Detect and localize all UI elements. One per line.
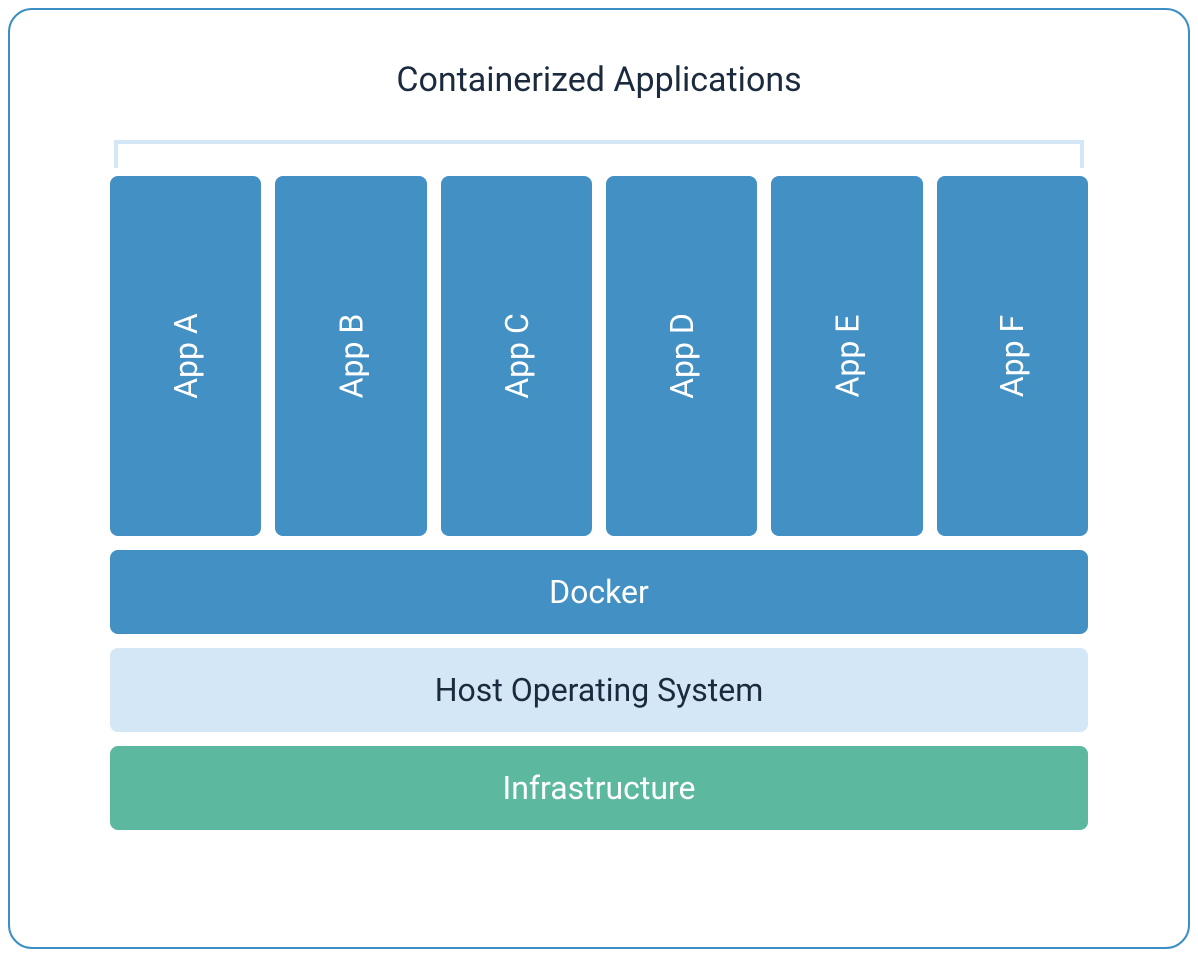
- infrastructure-layer: Infrastructure: [110, 746, 1088, 830]
- host-os-layer: Host Operating System: [110, 648, 1088, 732]
- docker-label: Docker: [549, 573, 649, 611]
- docker-layer: Docker: [110, 550, 1088, 634]
- app-label: App A: [167, 313, 205, 399]
- app-label: App B: [332, 314, 370, 399]
- app-box-d: App D: [606, 176, 757, 536]
- app-label: App D: [663, 313, 701, 399]
- app-label: App F: [993, 315, 1031, 397]
- apps-row: App A App B App C App D App E App F: [110, 176, 1088, 536]
- diagram-title: Containerized Applications: [110, 60, 1088, 100]
- host-os-label: Host Operating System: [435, 671, 764, 709]
- app-box-f: App F: [937, 176, 1088, 536]
- app-label: App C: [497, 313, 535, 399]
- app-box-a: App A: [110, 176, 261, 536]
- app-label: App E: [828, 315, 866, 398]
- app-box-e: App E: [771, 176, 922, 536]
- apps-bracket: [114, 140, 1084, 168]
- app-box-b: App B: [275, 176, 426, 536]
- infrastructure-label: Infrastructure: [503, 769, 696, 807]
- diagram-container: Containerized Applications App A App B A…: [8, 8, 1190, 949]
- app-box-c: App C: [441, 176, 592, 536]
